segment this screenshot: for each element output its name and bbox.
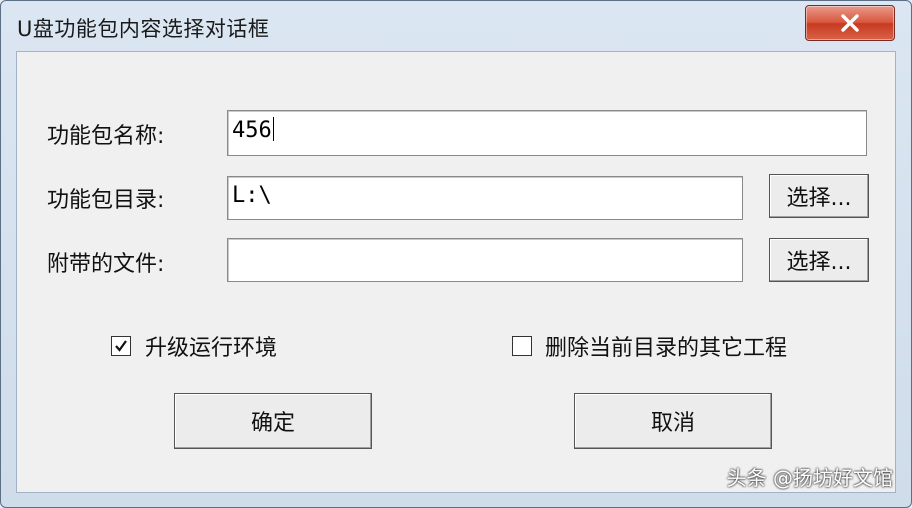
close-icon [841,14,859,32]
delete-projects-checkbox-label[interactable]: 删除当前目录的其它工程 [545,330,787,362]
delete-projects-checkbox[interactable] [512,336,532,356]
upgrade-checkbox[interactable] [111,336,131,356]
cancel-button[interactable]: 取消 [574,393,772,449]
dialog-window: U盘功能包内容选择对话框 功能包名称: 456 功能包目录: L:\ 选择...… [0,0,912,508]
package-dir-label: 功能包目录: [47,188,165,213]
attached-files-label: 附带的文件: [47,252,165,277]
close-button[interactable] [805,5,895,41]
package-name-label: 功能包名称: [47,124,165,149]
text-caret [272,117,274,141]
package-dir-input[interactable]: L:\ [227,176,743,220]
package-name-input[interactable]: 456 [227,110,867,156]
dir-browse-button[interactable]: 选择... [769,174,869,218]
title-bar[interactable]: U盘功能包内容选择对话框 [1,1,911,51]
files-browse-button[interactable]: 选择... [769,238,869,282]
package-name-value: 456 [232,118,272,143]
attached-files-input[interactable] [227,238,743,282]
watermark-text: 头条 @扬坊好文馆 [726,466,893,490]
dialog-body: 功能包名称: 456 功能包目录: L:\ 选择... 附带的文件: 选择...… [16,51,896,493]
window-title: U盘功能包内容选择对话框 [17,17,270,41]
ok-button[interactable]: 确定 [174,393,372,449]
upgrade-checkbox-label[interactable]: 升级运行环境 [145,330,277,362]
checkmark-icon [115,340,127,352]
